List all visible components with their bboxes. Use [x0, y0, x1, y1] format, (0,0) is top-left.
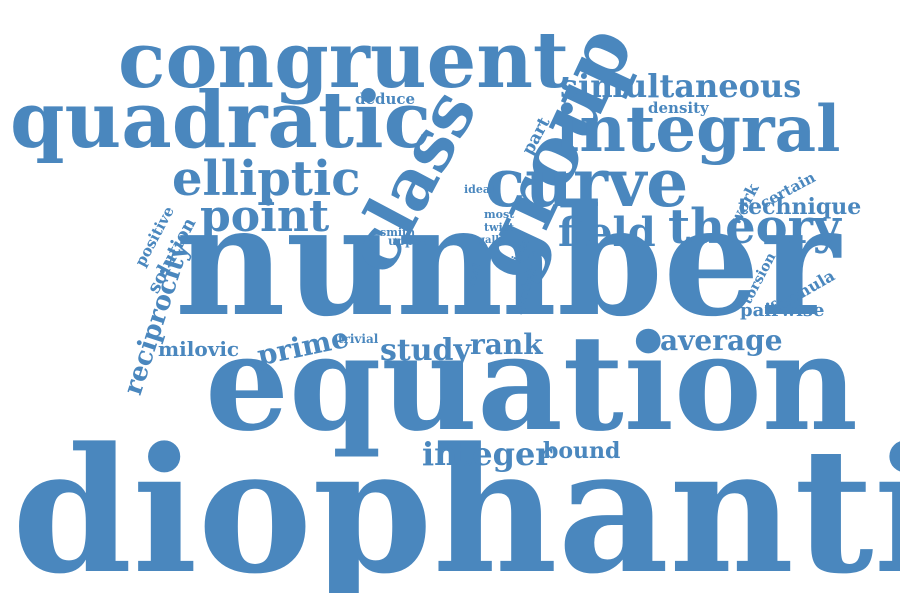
word-integer: integer — [422, 435, 553, 473]
word-galk: galk — [478, 235, 503, 246]
word-study: study — [380, 333, 471, 368]
word-cloud: diophantine equation number congruent qu… — [0, 0, 900, 593]
word-field: field — [558, 209, 656, 256]
word-curve: curve — [485, 144, 689, 222]
word-twist: twist — [484, 221, 515, 234]
word-rank: rank — [470, 328, 543, 361]
word-average: average — [660, 324, 783, 357]
word-ideal: ideal — [464, 183, 495, 196]
word-density: density — [648, 99, 709, 117]
word-deduce: deduce — [355, 90, 416, 108]
word-trivial: trivial — [338, 332, 379, 346]
word-upper: upper — [388, 234, 428, 248]
word-bound: bound — [543, 438, 621, 464]
word-most: most — [484, 208, 515, 221]
word-milovic: milovic — [158, 337, 240, 361]
word-simultaneous: simultaneous — [560, 67, 802, 105]
word-point: point — [200, 191, 330, 242]
